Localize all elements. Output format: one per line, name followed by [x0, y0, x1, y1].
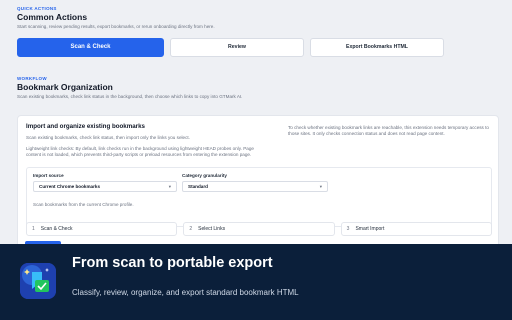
- import-card-title: Import and organize existing bookmarks: [26, 123, 145, 130]
- lightweight-check-note: Lightweight link checks: By default, lin…: [26, 145, 254, 158]
- app-logo: [20, 263, 56, 299]
- import-source-field: Import source Current Chrome bookmarks ▾: [33, 173, 177, 192]
- step-select-links[interactable]: 2 Select Links: [183, 222, 335, 236]
- category-granularity-select[interactable]: Standard ▾: [182, 181, 328, 192]
- import-settings-panel: Import source Current Chrome bookmarks ▾…: [26, 167, 492, 227]
- quick-actions-description: Start scanning, review pending results, …: [17, 24, 215, 29]
- step-number: 3: [346, 226, 350, 232]
- banner-title: From scan to portable export: [72, 255, 273, 271]
- quick-actions-section: QUICK ACTIONS Common Actions Start scann…: [17, 6, 497, 57]
- step-scan-check[interactable]: 1 Scan & Check: [26, 222, 178, 236]
- import-card-intro-text: Scan existing bookmarks, check link stat…: [26, 135, 190, 140]
- step-label: Select Links: [198, 226, 226, 232]
- step-label: Smart Import: [355, 226, 385, 232]
- workflow-steps: 1 Scan & Check 2 Select Links 3 Smart Im…: [26, 222, 492, 236]
- permission-note: To check whether existing bookmark links…: [288, 125, 489, 137]
- review-button[interactable]: Review: [170, 37, 304, 57]
- import-source-label: Import source: [33, 173, 64, 178]
- workflow-eyebrow: WORKFLOW: [17, 76, 47, 81]
- workflow-description: Scan existing bookmarks, check link stat…: [17, 94, 243, 99]
- step-smart-import[interactable]: 3 Smart Import: [340, 222, 492, 236]
- workflow-title: Bookmark Organization: [17, 82, 113, 92]
- banner-subtitle: Classify, review, organize, and export s…: [72, 288, 299, 297]
- import-source-value: Current Chrome bookmarks: [39, 184, 101, 189]
- import-card: Import and organize existing bookmarks S…: [17, 115, 499, 255]
- profile-note: Scan bookmarks from the current Chrome p…: [33, 202, 134, 207]
- workflow-section: WORKFLOW Bookmark Organization Scan exis…: [17, 76, 497, 100]
- category-granularity-label: Category granularity: [182, 173, 227, 178]
- import-card-intro: Import and organize existing bookmarks S…: [26, 123, 266, 158]
- export-bookmarks-button[interactable]: Export Bookmarks HTML: [310, 37, 444, 57]
- quick-actions-title: Common Actions: [17, 12, 88, 22]
- chevron-down-icon: ▾: [168, 183, 171, 189]
- category-granularity-value: Standard: [188, 184, 208, 189]
- quick-actions-eyebrow: QUICK ACTIONS: [17, 6, 57, 11]
- chevron-down-icon: ▾: [319, 183, 322, 189]
- quick-actions-buttons: Scan & Check Review Export Bookmarks HTM…: [17, 37, 497, 57]
- import-source-select[interactable]: Current Chrome bookmarks ▾: [33, 181, 177, 192]
- step-label: Scan & Check: [40, 226, 73, 232]
- category-granularity-field: Category granularity Standard ▾: [182, 173, 328, 192]
- step-number: 2: [189, 226, 193, 232]
- scan-check-button[interactable]: Scan & Check: [17, 37, 164, 57]
- step-number: 1: [32, 226, 35, 232]
